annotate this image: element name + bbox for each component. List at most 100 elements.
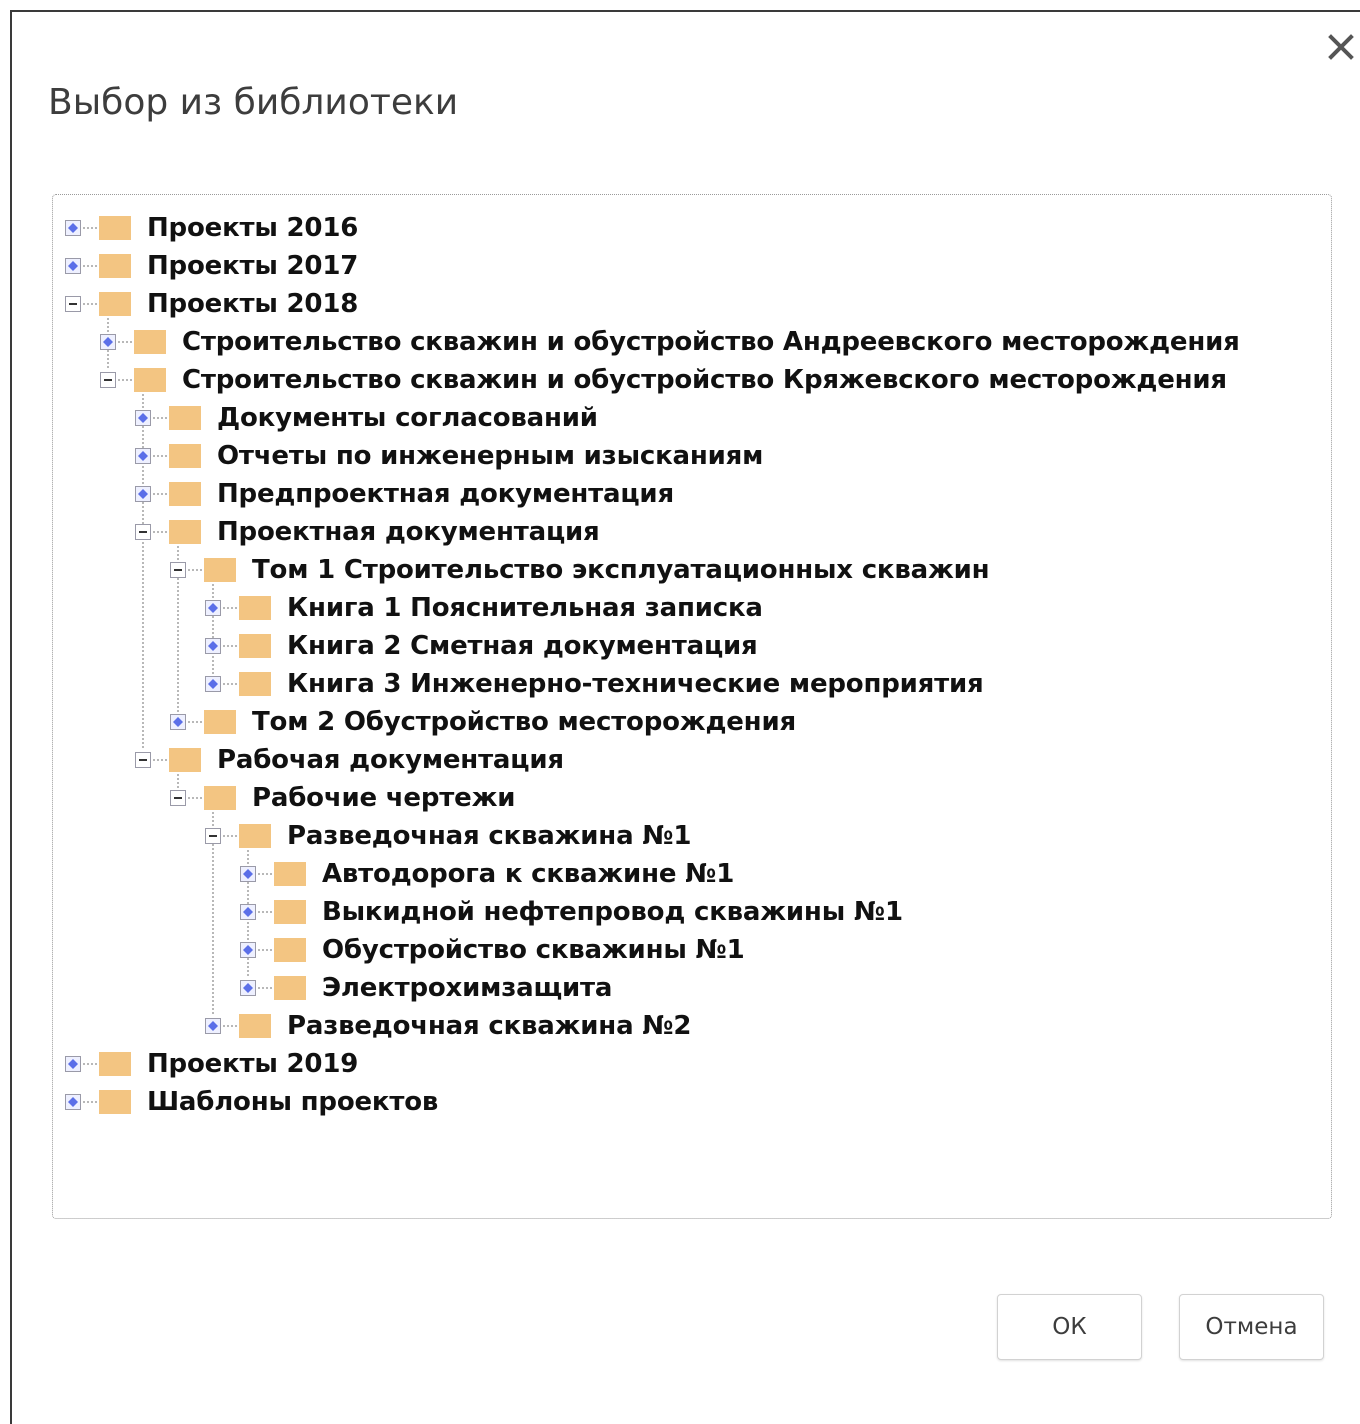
expand-icon[interactable]	[203, 1016, 223, 1036]
tree-node[interactable]: Шаблоны проектов	[63, 1083, 438, 1121]
tree-node[interactable]: Документы согласований	[133, 399, 598, 437]
tree-node-label[interactable]: Шаблоны проектов	[147, 1087, 438, 1117]
tree-node-label[interactable]: Проектная документация	[217, 517, 600, 547]
collapse-icon[interactable]	[168, 560, 188, 580]
tree-node-label[interactable]: Выкидной нефтепровод скважины №1	[322, 897, 903, 927]
expand-icon[interactable]	[238, 902, 258, 922]
folder-icon	[169, 482, 201, 506]
folder-icon	[274, 938, 306, 962]
tree-node-label[interactable]: Обустройство скважины №1	[322, 935, 745, 965]
folder-icon	[134, 330, 166, 354]
folder-icon	[99, 1090, 131, 1114]
tree-node-label[interactable]: Книга 3 Инженерно-технические мероприяти…	[287, 669, 984, 699]
expand-icon[interactable]	[203, 674, 223, 694]
folder-icon	[239, 596, 271, 620]
tree-node-label[interactable]: Том 1 Строительство эксплуатационных скв…	[252, 555, 990, 585]
close-button[interactable]	[1326, 32, 1356, 62]
tree-node[interactable]: Книга 3 Инженерно-технические мероприяти…	[203, 665, 984, 703]
collapse-icon[interactable]	[63, 294, 83, 314]
expand-icon[interactable]	[203, 636, 223, 656]
tree-node[interactable]: Проекты 2018	[63, 285, 358, 323]
tree-node-label[interactable]: Строительство скважин и обустройство Анд…	[182, 327, 1240, 357]
tree-node[interactable]: Проекты 2019	[63, 1045, 358, 1083]
collapse-icon[interactable]	[168, 788, 188, 808]
tree-node[interactable]: Проекты 2016	[63, 209, 358, 247]
folder-icon	[239, 824, 271, 848]
ok-button[interactable]: ОК	[997, 1294, 1142, 1360]
tree-node-label[interactable]: Книга 1 Пояснительная записка	[287, 593, 763, 623]
folder-icon	[169, 406, 201, 430]
expand-icon[interactable]	[238, 940, 258, 960]
tree-node[interactable]: Книга 1 Пояснительная записка	[203, 589, 763, 627]
folder-icon	[204, 558, 236, 582]
tree-node-label[interactable]: Разведочная скважина №2	[287, 1011, 691, 1041]
tree-node[interactable]: Разведочная скважина №2	[203, 1007, 691, 1045]
tree-node[interactable]: Отчеты по инженерным изысканиям	[133, 437, 763, 475]
tree-node-label[interactable]: Предпроектная документация	[217, 479, 674, 509]
tree-node-label[interactable]: Строительство скважин и обустройство Кря…	[182, 365, 1227, 395]
expand-icon[interactable]	[63, 256, 83, 276]
expand-icon[interactable]	[63, 1054, 83, 1074]
tree-node-label[interactable]: Отчеты по инженерным изысканиям	[217, 441, 763, 471]
collapse-icon[interactable]	[98, 370, 118, 390]
expand-icon[interactable]	[133, 446, 153, 466]
collapse-icon[interactable]	[203, 826, 223, 846]
folder-icon	[274, 976, 306, 1000]
folder-icon	[204, 710, 236, 734]
folder-icon	[204, 786, 236, 810]
folder-icon	[169, 748, 201, 772]
tree-node[interactable]: Рабочая документация	[133, 741, 564, 779]
folder-icon	[99, 216, 131, 240]
collapse-icon[interactable]	[133, 522, 153, 542]
expand-icon[interactable]	[133, 408, 153, 428]
tree-node[interactable]: Автодорога к скважине №1	[238, 855, 734, 893]
cancel-button[interactable]: Отмена	[1179, 1294, 1324, 1360]
tree-node-label[interactable]: Проекты 2019	[147, 1049, 358, 1079]
folder-icon	[239, 1014, 271, 1038]
tree-node[interactable]: Строительство скважин и обустройство Кря…	[98, 361, 1227, 399]
folder-icon	[99, 1052, 131, 1076]
dialog-title: Выбор из библиотеки	[48, 82, 459, 123]
tree-node-label[interactable]: Проекты 2018	[147, 289, 358, 319]
tree-node[interactable]: Выкидной нефтепровод скважины №1	[238, 893, 903, 931]
tree-node-label[interactable]: Автодорога к скважине №1	[322, 859, 734, 889]
tree-node-label[interactable]: Рабочая документация	[217, 745, 564, 775]
tree-node[interactable]: Строительство скважин и обустройство Анд…	[98, 323, 1240, 361]
folder-icon	[274, 900, 306, 924]
expand-icon[interactable]	[63, 218, 83, 238]
tree-node[interactable]: Том 2 Обустройство месторождения	[168, 703, 796, 741]
folder-icon	[239, 634, 271, 658]
tree-node[interactable]: Том 1 Строительство эксплуатационных скв…	[168, 551, 990, 589]
tree-node-label[interactable]: Разведочная скважина №1	[287, 821, 691, 851]
tree-node-label[interactable]: Документы согласований	[217, 403, 598, 433]
tree-node-label[interactable]: Том 2 Обустройство месторождения	[252, 707, 796, 737]
folder-icon	[239, 672, 271, 696]
tree-node[interactable]: Предпроектная документация	[133, 475, 674, 513]
tree-node[interactable]: Разведочная скважина №1	[203, 817, 691, 855]
folder-icon	[274, 862, 306, 886]
tree-node[interactable]: Проекты 2017	[63, 247, 358, 285]
tree-node-label[interactable]: Электрохимзащита	[322, 973, 612, 1003]
tree-node[interactable]: Обустройство скважины №1	[238, 931, 745, 969]
tree-node-label[interactable]: Книга 2 Сметная документация	[287, 631, 758, 661]
close-icon	[1328, 34, 1354, 60]
tree-node[interactable]: Проектная документация	[133, 513, 600, 551]
tree-node[interactable]: Электрохимзащита	[238, 969, 612, 1007]
tree-node[interactable]: Рабочие чертежи	[168, 779, 515, 817]
tree-node-label[interactable]: Рабочие чертежи	[252, 783, 515, 813]
expand-icon[interactable]	[203, 598, 223, 618]
collapse-icon[interactable]	[133, 750, 153, 770]
library-tree[interactable]: Проекты 2016 Проекты 2017 Проекты 2018 Стро…	[52, 194, 1332, 1219]
library-dialog: Выбор из библиотеки Проекты 2016 Проекты …	[10, 10, 1360, 1424]
tree-node[interactable]: Книга 2 Сметная документация	[203, 627, 758, 665]
tree-node-label[interactable]: Проекты 2017	[147, 251, 358, 281]
tree-node-label[interactable]: Проекты 2016	[147, 213, 358, 243]
expand-icon[interactable]	[238, 864, 258, 884]
expand-icon[interactable]	[168, 712, 188, 732]
folder-icon	[134, 368, 166, 392]
expand-icon[interactable]	[133, 484, 153, 504]
expand-icon[interactable]	[238, 978, 258, 998]
folder-icon	[169, 444, 201, 468]
expand-icon[interactable]	[63, 1092, 83, 1112]
expand-icon[interactable]	[98, 332, 118, 352]
